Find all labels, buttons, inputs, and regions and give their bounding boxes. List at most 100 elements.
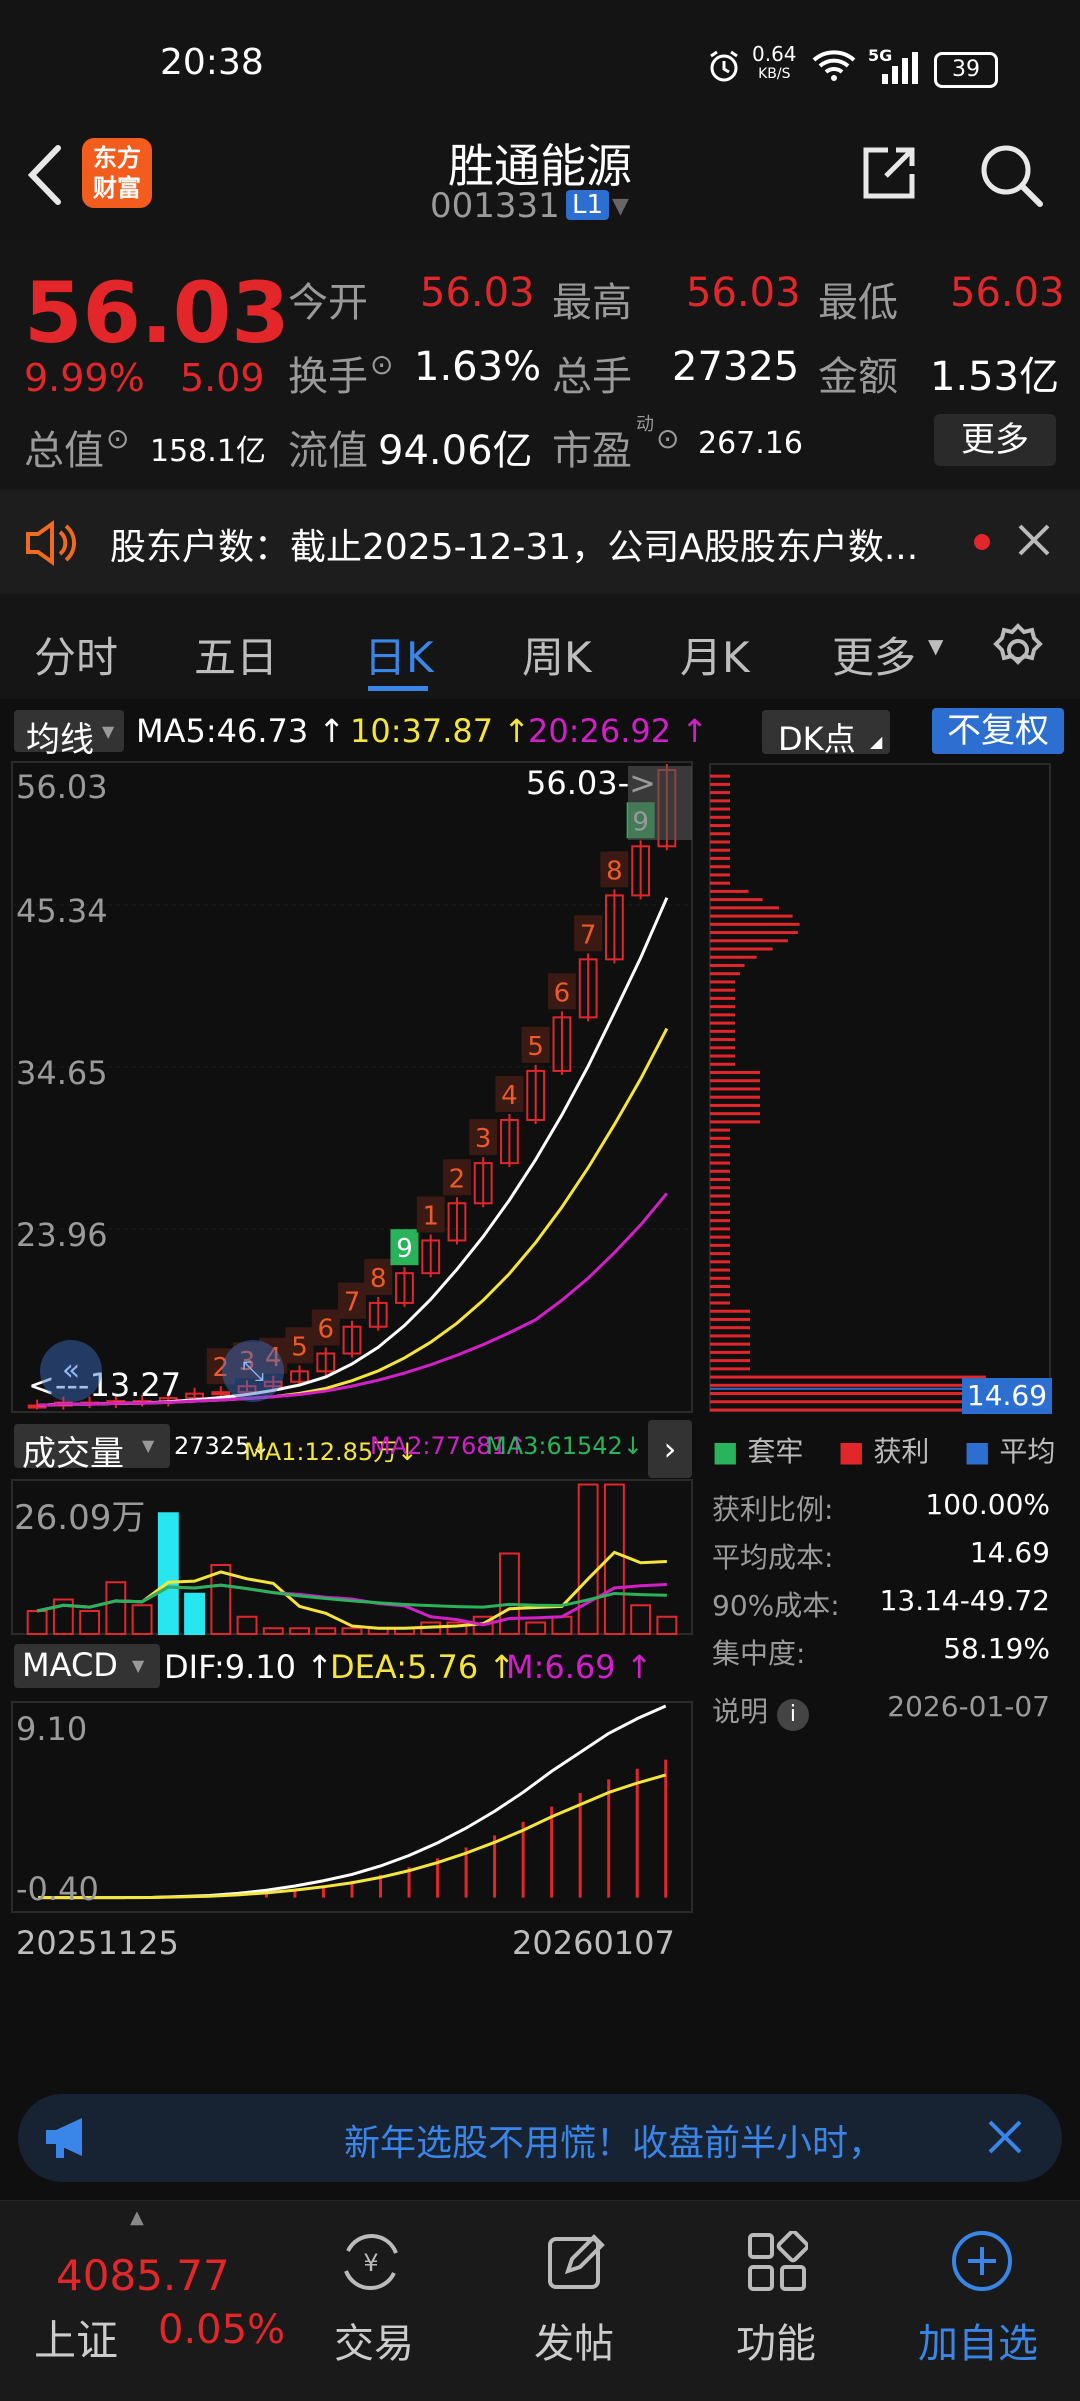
tab-five-day[interactable]: 五日 (194, 624, 278, 685)
chevron-down-icon[interactable]: ▼ (612, 194, 629, 219)
chip-bar (710, 1350, 750, 1354)
nav-add-watchlist-button[interactable]: 加自选 (918, 2311, 1038, 2369)
total-mv-label: 总值 (24, 428, 104, 474)
close-icon[interactable] (1014, 520, 1054, 564)
chip-stat-label: 90%成本: (712, 1589, 840, 1622)
gear-icon[interactable] (990, 622, 1046, 682)
info-icon[interactable]: ⊙ (106, 422, 129, 455)
vol-ma3: MA3:61542↓ (486, 1432, 643, 1460)
app-logo: 东方 财富 (82, 138, 152, 208)
date-start: 20251125 (16, 1924, 179, 1962)
status-bar: 20:38 0.64 KB/S 5G 39 (0, 0, 1080, 130)
notice-bar[interactable]: 股东户数：截止2025-12-31，公司A股股东户数... (0, 490, 1080, 594)
prev-page-icon[interactable]: « (40, 1340, 102, 1402)
chip-bar (710, 807, 730, 811)
share-icon[interactable] (858, 144, 918, 208)
chevron-up-icon[interactable]: ▲ (130, 2207, 144, 2228)
nav-functions-button[interactable]: 功能 (736, 2311, 816, 2369)
volume-current-text: 27325 (174, 1432, 251, 1460)
volume-max-label: 26.09万 (14, 1498, 146, 1538)
open-value: 56.03 (420, 270, 535, 316)
search-icon[interactable] (978, 142, 1044, 212)
chip-bar (710, 1161, 730, 1165)
chip-bar (710, 1120, 760, 1124)
close-icon[interactable] (984, 2116, 1026, 2162)
chip-bar (710, 1326, 750, 1330)
index-name[interactable]: 上证 (34, 2307, 118, 2368)
macd-chart[interactable] (0, 1700, 700, 1914)
level-badge[interactable]: L1 (566, 190, 610, 220)
macd-dif-text: DIF:9.10 (164, 1648, 297, 1686)
volume-label: 总手 (552, 354, 632, 400)
active-tab-indicator (368, 686, 428, 691)
chip-bar (710, 939, 788, 943)
ma20-text: 20:26.92 (528, 712, 672, 750)
avg-cost-tag: 14.69 (962, 1378, 1052, 1414)
plus-circle-icon (950, 2229, 1014, 2297)
nav-trade-button[interactable]: 交易 (334, 2311, 414, 2369)
seq-number: 3 (475, 1124, 492, 1154)
chip-bar (710, 1210, 730, 1214)
chip-bar (710, 1070, 760, 1074)
volume-selector[interactable]: 成交量 ▼ (14, 1424, 170, 1474)
nav-post-button[interactable]: 发帖 (534, 2311, 614, 2369)
chevron-right-icon[interactable]: › (648, 1420, 692, 1478)
chip-bar (710, 1186, 730, 1190)
promo-banner[interactable]: 新年选股不用慌！收盘前半小时， (18, 2094, 1062, 2182)
chip-bar (710, 1128, 730, 1132)
kline-y-label: 34.65 (16, 1054, 108, 1092)
seq-number: 5 (291, 1332, 308, 1362)
volume-bar (341, 1627, 363, 1636)
index-value[interactable]: 4085.77 (56, 2251, 230, 2300)
macd-dea: DEA:5.76 ↑ (330, 1648, 516, 1686)
chip-note-link[interactable]: 说明 i (712, 1690, 809, 1731)
info-icon[interactable]: ⊙ (656, 422, 679, 455)
chip-bar (710, 947, 773, 951)
dk-label: DK点 (778, 720, 856, 758)
network-speed: 0.64 KB/S (752, 44, 797, 84)
chip-bar (710, 1285, 730, 1289)
chevron-down-icon: ▼ (132, 1656, 145, 1675)
info-icon: i (776, 1699, 809, 1731)
collapse-icon[interactable]: ⤡ (222, 1340, 284, 1402)
tab-weekly-k[interactable]: 周K (522, 624, 592, 685)
chip-bar (710, 1219, 730, 1223)
kline-y-label: 56.03 (16, 768, 108, 806)
chip-bar (710, 1178, 730, 1182)
chart-scroll-handle[interactable] (628, 766, 692, 840)
chip-bar (710, 1268, 730, 1272)
chip-bar (710, 1038, 735, 1042)
chip-bar (710, 1342, 750, 1346)
index-change: 0.05% (158, 2307, 286, 2353)
chip-bar (710, 1136, 730, 1140)
float-mv-value: 94.06亿 (378, 428, 533, 474)
indicator-selector[interactable]: 均线 ▼ (14, 710, 124, 760)
seq-number: 8 (606, 856, 623, 886)
chip-bar (710, 1359, 750, 1363)
back-button[interactable] (22, 142, 72, 212)
apps-icon (746, 2229, 810, 2297)
amount-label: 金额 (818, 354, 898, 400)
chip-bar (710, 856, 730, 860)
dk-point-button[interactable]: DK点 ◢ (762, 710, 890, 758)
adjust-type-button[interactable]: 不复权 (932, 708, 1064, 754)
chip-legend-trapped: ■ 套牢 (712, 1435, 804, 1468)
chip-stat-label: 获利比例: (712, 1493, 834, 1526)
chip-bar (710, 1021, 735, 1025)
volume-bar (236, 1615, 258, 1636)
tab-more[interactable]: 更多 (832, 624, 916, 685)
chip-bar (710, 840, 730, 844)
volume-bar (656, 1615, 678, 1636)
vol-ma1-line (36, 1550, 667, 1630)
info-icon[interactable]: ⊙ (370, 348, 393, 381)
macd-selector[interactable]: MACD ▼ (14, 1644, 160, 1688)
chip-bar (710, 848, 730, 852)
tab-monthly-k[interactable]: 月K (680, 624, 750, 685)
tab-intraday[interactable]: 分时 (34, 624, 118, 685)
more-button[interactable]: 更多 (934, 414, 1056, 466)
chip-bar (710, 1252, 730, 1256)
chip-bar (710, 1054, 735, 1058)
tab-daily-k[interactable]: 日K (364, 624, 434, 685)
volume-bar (577, 1483, 599, 1635)
chip-bar (710, 791, 730, 795)
